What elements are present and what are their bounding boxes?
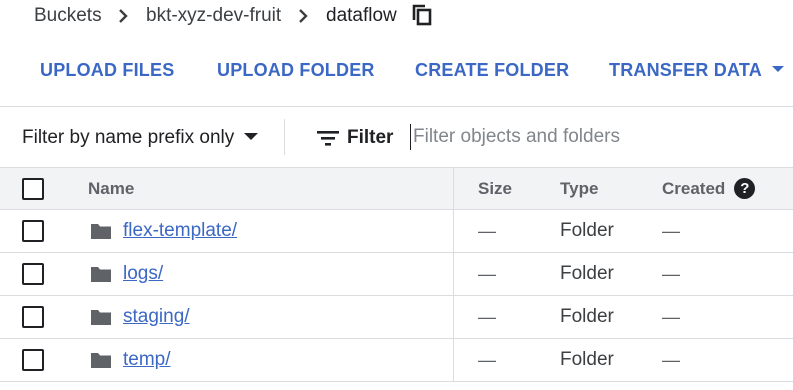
filter-bar: Filter by name prefix only Filter — [0, 107, 793, 167]
folder-name-link[interactable]: temp/ — [123, 349, 171, 371]
upload-files-button[interactable]: UPLOAD FILES — [40, 60, 174, 81]
select-all-cell — [22, 168, 44, 209]
folder-name-link[interactable]: logs/ — [123, 263, 163, 285]
row-checkbox[interactable] — [22, 220, 44, 242]
copy-icon[interactable] — [411, 4, 433, 26]
breadcrumb-bucket[interactable]: bkt-xyz-dev-fruit — [146, 5, 281, 27]
created-cell: — — [662, 306, 680, 327]
breadcrumb-buckets[interactable]: Buckets — [34, 5, 102, 27]
size-cell: — — [478, 349, 496, 370]
size-cell: — — [478, 263, 496, 284]
filter-prefix-label: Filter by name prefix only — [22, 127, 235, 148]
type-cell: Folder — [560, 349, 614, 370]
filter-label: Filter — [347, 127, 394, 148]
row-select-cell — [22, 210, 44, 252]
size-cell: — — [478, 220, 496, 241]
header-size[interactable]: Size — [478, 168, 512, 209]
table-row: temp/ — Folder — — [0, 339, 793, 382]
folder-icon-cell — [90, 296, 112, 338]
breadcrumb: Buckets bkt-xyz-dev-fruit dataflow — [0, 0, 793, 32]
folder-icon-cell — [90, 210, 112, 252]
type-cell: Folder — [560, 306, 614, 327]
name-cell: staging/ — [123, 296, 190, 338]
type-cell: Folder — [560, 220, 614, 241]
filter-icon — [317, 131, 339, 146]
created-cell: — — [662, 349, 680, 370]
row-checkbox[interactable] — [22, 306, 44, 328]
created-cell: — — [662, 263, 680, 284]
folder-name-link[interactable]: staging/ — [123, 306, 190, 328]
row-select-cell — [22, 339, 44, 381]
folder-icon — [91, 224, 111, 239]
created-cell: — — [662, 220, 680, 241]
table-row: staging/ — Folder — — [0, 296, 793, 339]
row-select-cell — [22, 296, 44, 338]
transfer-data-button[interactable]: TRANSFER DATA — [609, 60, 784, 81]
filter-input[interactable] — [410, 124, 790, 150]
table-header: Name Size Type Created ? — [0, 167, 793, 210]
table-row: flex-template/ — Folder — — [0, 210, 793, 253]
type-cell: Folder — [560, 263, 614, 284]
folder-name-link[interactable]: flex-template/ — [123, 220, 237, 242]
chevron-right-icon — [292, 8, 314, 24]
objects-table: Name Size Type Created ? flex-template/ … — [0, 167, 793, 382]
table-row: logs/ — Folder — — [0, 253, 793, 296]
column-divider — [453, 296, 454, 338]
row-checkbox[interactable] — [22, 263, 44, 285]
column-divider — [453, 168, 454, 209]
breadcrumb-current: dataflow — [326, 5, 397, 26]
name-cell: temp/ — [123, 339, 171, 381]
row-checkbox[interactable] — [22, 349, 44, 371]
transfer-data-label: TRANSFER DATA — [609, 60, 762, 80]
filter-prefix-dropdown[interactable]: Filter by name prefix only — [22, 127, 259, 149]
header-created: Created ? — [662, 168, 756, 209]
column-divider — [453, 253, 454, 295]
folder-icon — [91, 353, 111, 368]
name-cell: logs/ — [123, 253, 163, 295]
upload-folder-button[interactable]: UPLOAD FOLDER — [217, 60, 375, 81]
folder-icon — [91, 310, 111, 325]
caret-down-icon — [771, 66, 784, 73]
size-cell: — — [478, 306, 496, 327]
action-toolbar: UPLOAD FILES UPLOAD FOLDER CREATE FOLDER… — [0, 50, 793, 90]
name-cell: flex-template/ — [123, 210, 237, 252]
row-select-cell — [22, 253, 44, 295]
folder-icon-cell — [90, 339, 112, 381]
caret-down-icon — [244, 133, 259, 140]
column-divider — [453, 339, 454, 381]
chevron-right-icon — [112, 8, 134, 24]
folder-icon-cell — [90, 253, 112, 295]
header-type[interactable]: Type — [560, 168, 598, 209]
header-created-label[interactable]: Created — [662, 179, 725, 199]
folder-icon — [91, 267, 111, 282]
divider — [284, 119, 285, 155]
select-all-checkbox[interactable] — [22, 177, 44, 200]
create-folder-button[interactable]: CREATE FOLDER — [415, 60, 569, 81]
header-name[interactable]: Name — [88, 168, 134, 209]
column-divider — [453, 210, 454, 252]
help-icon[interactable]: ? — [734, 178, 756, 199]
